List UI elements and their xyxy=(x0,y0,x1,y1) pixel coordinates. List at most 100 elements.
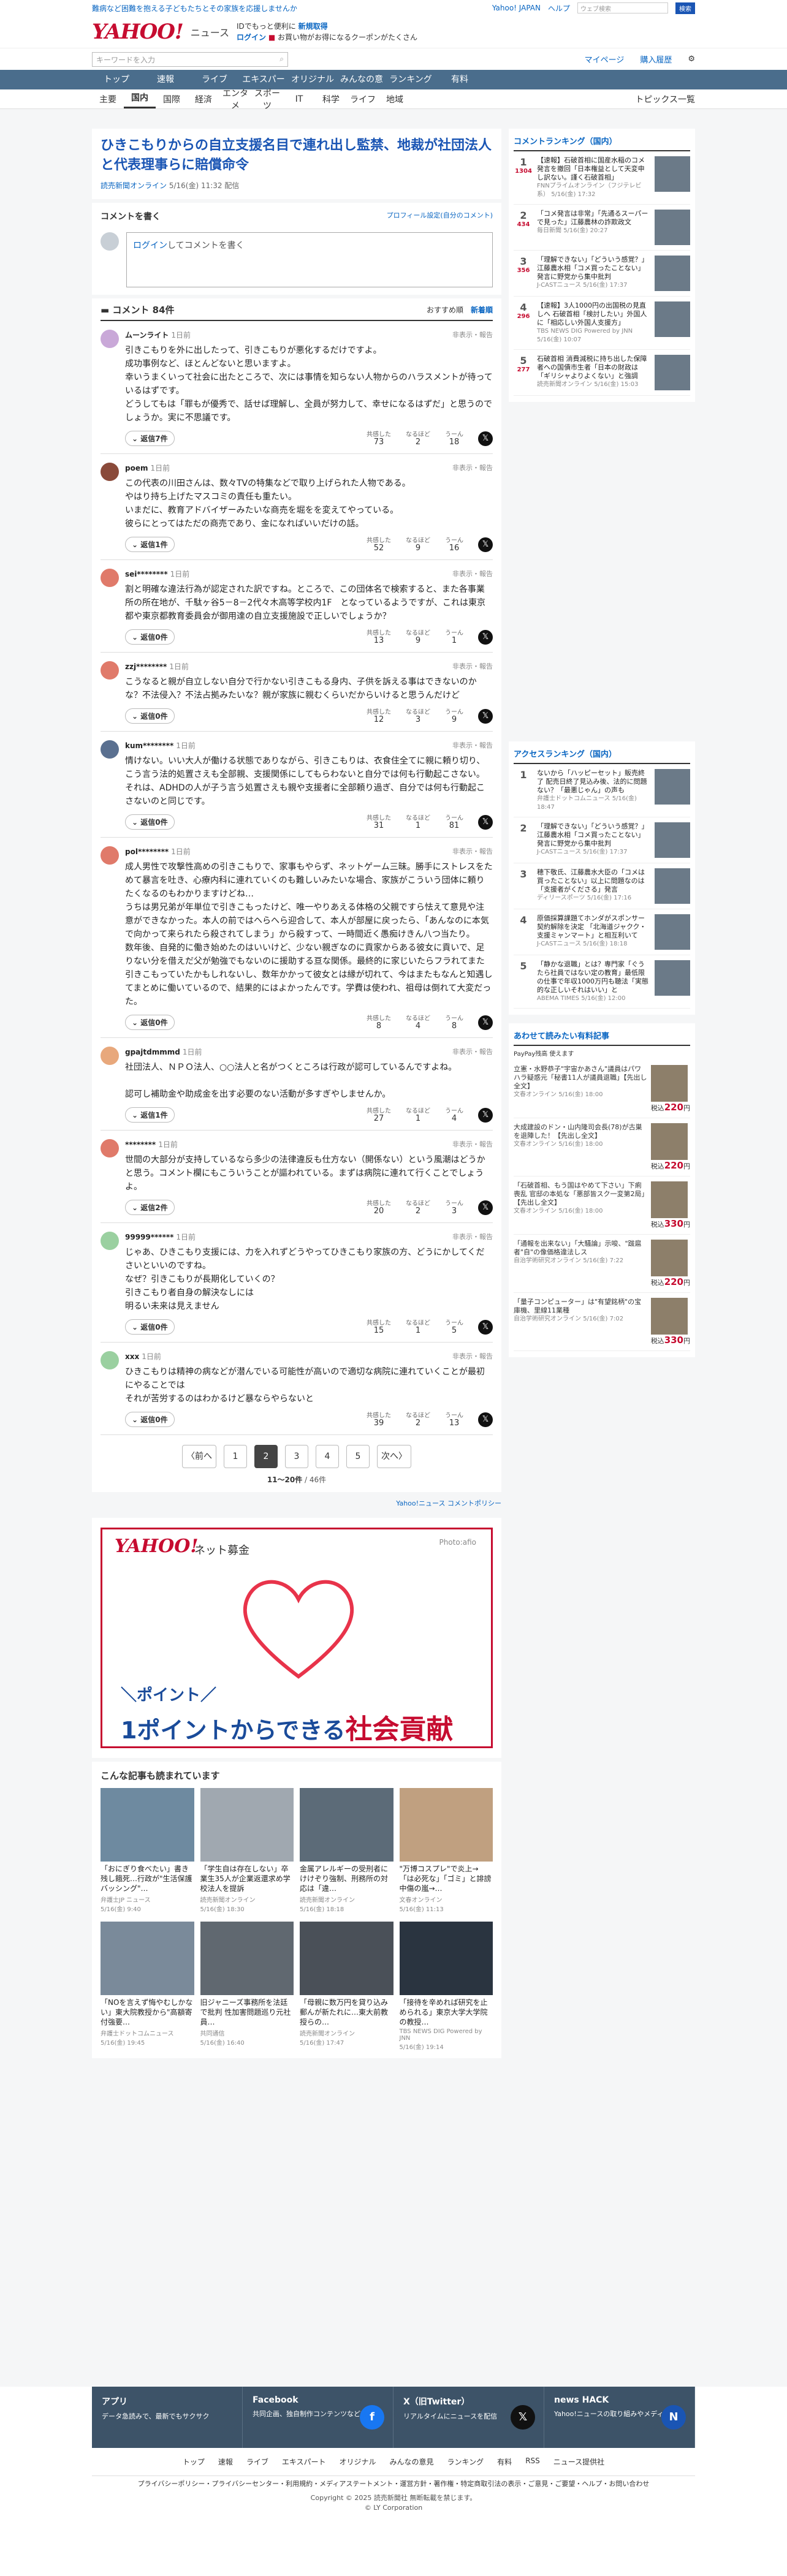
report-link[interactable]: 非表示・報告 xyxy=(452,846,493,857)
reco-item[interactable]: 金属アレルギーの受刑者にけけぞり強制、刑務所の対応は「違… 読売新聞オンライン 5/… xyxy=(300,1788,394,1913)
naruhodo-button[interactable]: なるほど 9 xyxy=(406,630,430,645)
rank-title[interactable]: 【速報】石破首相に国産水稲のコメ発言を撤回「日本権益として天変申し訳ない。謹く石… xyxy=(537,156,651,182)
hmm-button[interactable]: うーん 8 xyxy=(445,1015,463,1030)
ranking-item[interactable]: 4 296 【速報】3人1000円の出国税の見直しへ 石破首相「検討したい」外国人に… xyxy=(514,297,690,350)
donation-ad[interactable]: YAHOO! ネット募金 Photo:afio ＼ポイント／ 1ポイントからでき… xyxy=(92,1518,501,1758)
avatar[interactable] xyxy=(101,661,119,680)
page-5[interactable]: 5 xyxy=(346,1445,370,1468)
hmm-button[interactable]: うーん 16 xyxy=(445,537,463,552)
paid-thumbnail[interactable] xyxy=(650,1298,688,1335)
cat-sports[interactable]: スポーツ xyxy=(251,87,283,112)
footer-block[interactable]: アプリ データ急読みで、最新でもサクサク xyxy=(92,2387,243,2448)
footer-block[interactable]: news HACK Yahoo!ニュースの取り組みやメディア N xyxy=(544,2387,695,2448)
empathy-button[interactable]: 共感した 13 xyxy=(367,630,391,645)
x-share-icon[interactable]: 𝕏 xyxy=(478,1015,493,1030)
reco-thumbnail[interactable] xyxy=(300,1788,394,1862)
access-title[interactable]: 「理解できない」「どういう感覚？」江藤農水相「コメ買ったことない」発言に野党から… xyxy=(537,822,651,848)
reco-item[interactable]: 「おにぎり食べたい」書き残し餓死…行政が"生活保護バッシング"… 弁護士JP ニュ… xyxy=(101,1788,194,1913)
footer-block[interactable]: X（旧Twitter） リアルタイムにニュースを配信 𝕏 xyxy=(394,2387,544,2448)
hmm-button[interactable]: うーん 13 xyxy=(445,1412,463,1427)
replies-button[interactable]: ⌄ 返信2件 xyxy=(125,1200,175,1215)
reco-item[interactable]: 「NOを言えず悔やむしかない」東大院教授から"高額寄付強要… 弁護士ドットコムニュ… xyxy=(101,1922,194,2051)
rank-thumbnail[interactable] xyxy=(655,256,690,291)
hmm-button[interactable]: うーん 9 xyxy=(445,709,463,724)
comment-user[interactable]: gpajtdmmmd xyxy=(125,1048,180,1056)
naruhodo-button[interactable]: なるほど 1 xyxy=(406,1320,430,1335)
avatar[interactable] xyxy=(101,330,119,348)
reco-title[interactable]: 旧ジャニーズ事務所を法廷で批判 性加害問題巡り元社員… xyxy=(200,1998,294,2027)
ranking-item[interactable]: 2 434 「コメ発言は非常」「先通るスーパーで見った」江藤農林の詐欺政文 毎日新聞 … xyxy=(514,205,690,251)
footer-nav-item[interactable]: みんなの意見 xyxy=(390,2457,434,2467)
reco-title[interactable]: 「母親に数万円を貸り込み郵んが新たれに…東大前教授らの… xyxy=(300,1998,394,2027)
naruhodo-button[interactable]: なるほど 2 xyxy=(406,1412,430,1427)
footer-nav-item[interactable]: オリジナル xyxy=(340,2457,376,2467)
web-search-button[interactable]: 検索 xyxy=(675,2,695,14)
empathy-button[interactable]: 共感した 20 xyxy=(367,1200,391,1215)
cat-economy[interactable]: 経済 xyxy=(188,93,219,105)
report-link[interactable]: 非表示・報告 xyxy=(452,330,493,340)
cat-main[interactable]: 主要 xyxy=(92,93,124,105)
avatar[interactable] xyxy=(101,740,119,759)
reco-thumbnail[interactable] xyxy=(399,1788,493,1862)
access-thumbnail[interactable] xyxy=(655,868,690,904)
yahoo-logo[interactable]: YAHOO! xyxy=(92,20,184,44)
access-item[interactable]: 4 原価採算課題てホンダがスポンサー契約解除を決定 「北海道ジャクク・支援ミャンマ… xyxy=(514,909,690,955)
avatar[interactable] xyxy=(101,1232,119,1250)
naruhodo-button[interactable]: なるほど 2 xyxy=(406,1200,430,1215)
footer-block-icon[interactable]: 𝕏 xyxy=(511,2405,535,2430)
avatar[interactable] xyxy=(101,463,119,481)
paid-thumbnail[interactable] xyxy=(650,1123,688,1160)
comment-user[interactable]: pol******** xyxy=(125,847,169,856)
access-item[interactable]: 1 ないから「ハッピーセット」販売終了 配売日終了見込み後、法的に問題ない？「最悪… xyxy=(514,764,690,817)
sort-newest[interactable]: 新着順 xyxy=(471,305,493,315)
web-search-input[interactable]: ウェブ検索 xyxy=(577,2,668,13)
access-title[interactable]: 穂下敬氏、江藤農水大臣の「コメは買ったことない」以上に問題なのは「支援者がくださ… xyxy=(537,868,651,894)
reco-item[interactable]: "万博コスプレ"で炎上→「は必死な」「ゴミ」と誹謗中傷の嵐→… 文春オンライン 5/… xyxy=(399,1788,493,1913)
reco-title[interactable]: "万博コスプレ"で炎上→「は必死な」「ゴミ」と誹謗中傷の嵐→… xyxy=(400,1864,493,1893)
reco-item[interactable]: 「接待を辛めれば研究を止められる」東京大学大学院の教授… TBS NEWS DIG… xyxy=(399,1922,493,2051)
article-source[interactable]: 読売新聞オンライン xyxy=(101,181,167,190)
login-link[interactable]: ログイン xyxy=(237,33,266,42)
footer-nav-item[interactable]: ライブ xyxy=(246,2457,268,2467)
hmm-button[interactable]: うーん 5 xyxy=(445,1320,463,1335)
paid-thumbnail[interactable] xyxy=(650,1240,688,1276)
paid-thumbnail[interactable] xyxy=(650,1181,688,1218)
paid-title[interactable]: 大成建設のドン・山内隆司会長(78)が古巣を退陣した！【先出し全文】 xyxy=(514,1123,647,1140)
x-share-icon[interactable]: 𝕏 xyxy=(478,814,493,830)
naruhodo-button[interactable]: なるほど 9 xyxy=(406,537,430,552)
topics-list-link[interactable]: トピックス一覧 xyxy=(635,93,695,105)
naruhodo-button[interactable]: なるほど 3 xyxy=(406,709,430,724)
reco-item[interactable]: 旧ジャニーズ事務所を法廷で批判 性加害問題巡り元社員… 共同通信 5/16(金) 1… xyxy=(200,1922,294,2051)
reco-title[interactable]: 「接待を辛めれば研究を止められる」東京大学大学院の教授… xyxy=(400,1998,493,2027)
yahoo-japan-link[interactable]: Yahoo! JAPAN xyxy=(492,4,541,12)
reco-thumbnail[interactable] xyxy=(200,1922,294,1995)
cat-science[interactable]: 科学 xyxy=(315,93,347,105)
nav-ranking[interactable]: ランキング xyxy=(386,70,435,89)
avatar[interactable] xyxy=(101,1047,119,1065)
sort-recommended[interactable]: おすすめ順 xyxy=(427,305,463,315)
next-page-button[interactable]: 次へ〉 xyxy=(377,1445,411,1468)
footer-nav-item[interactable]: エキスパート xyxy=(282,2457,326,2467)
comment-user[interactable]: poem xyxy=(125,464,148,472)
nav-breaking[interactable]: 速報 xyxy=(141,70,190,89)
comment-user[interactable]: xxx xyxy=(125,1352,139,1361)
paid-item[interactable]: 「量子コンピューター」は"有望銘柄"の宝庫機、里線11業種 自治学術研究オンライン… xyxy=(514,1293,690,1351)
prev-page-button[interactable]: 〈前へ xyxy=(182,1445,216,1468)
hmm-button[interactable]: うーん 81 xyxy=(445,815,463,830)
nav-original[interactable]: オリジナル xyxy=(288,70,337,89)
access-item[interactable]: 3 穂下敬氏、江藤農水大臣の「コメは買ったことない」以上に問題なのは「支援者がくだ… xyxy=(514,863,690,909)
report-link[interactable]: 非表示・報告 xyxy=(452,569,493,579)
replies-button[interactable]: ⌄ 返信0件 xyxy=(125,814,175,830)
paid-title[interactable]: 「通報を出来ない」「大騒論」示唆、"跋扈者"自"の像価格違法しス xyxy=(514,1240,647,1257)
comment-user[interactable]: sei******** xyxy=(125,570,168,578)
x-share-icon[interactable]: 𝕏 xyxy=(478,1200,493,1215)
hmm-button[interactable]: うーん 1 xyxy=(445,630,463,645)
comment-user[interactable]: zzj******** xyxy=(125,662,167,671)
hmm-button[interactable]: うーん 4 xyxy=(445,1108,463,1123)
footer-block-icon[interactable]: f xyxy=(360,2405,384,2430)
paid-title[interactable]: 「量子コンピューター」は"有望銘柄"の宝庫機、里線11業種 xyxy=(514,1298,647,1315)
footer-nav-item[interactable]: ニュース提供社 xyxy=(553,2457,604,2467)
access-item[interactable]: 2 「理解できない」「どういう感覚？」江藤農水相「コメ買ったことない」発言に野党か… xyxy=(514,817,690,863)
purchase-history-link[interactable]: 購入履歴 xyxy=(640,53,672,65)
page-4[interactable]: 4 xyxy=(316,1445,339,1468)
